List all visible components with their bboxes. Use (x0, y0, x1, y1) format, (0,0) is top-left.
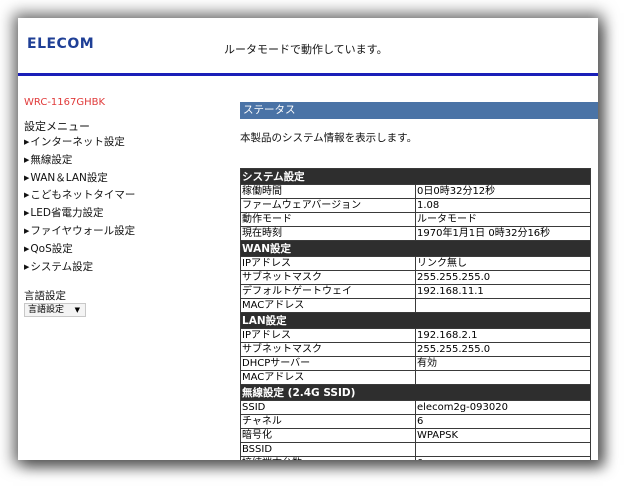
row-label: SSID (240, 400, 416, 415)
settings-menu: ▶インターネット設定 ▶無線設定 ▶WAN＆LAN設定 ▶こどもネットタイマー … (24, 134, 135, 276)
table-section-title: LAN設定 (240, 312, 591, 329)
menu-title: 設定メニュー (24, 120, 90, 133)
triangle-right-icon: ▶ (24, 138, 30, 146)
row-label: 動作モード (240, 212, 416, 227)
row-label: サブネットマスク (240, 270, 416, 285)
row-value (415, 370, 591, 385)
table-row: サブネットマスク 255.255.255.0 (240, 342, 591, 357)
triangle-right-icon: ▶ (24, 173, 30, 182)
triangle-right-icon: ▶ (24, 226, 30, 235)
menu-item-label: インターネット設定 (30, 136, 125, 148)
browser-window: ELECOM ルータモードで動作しています。 WRC-1167GHBK 設定メニ… (18, 18, 598, 460)
row-label: DHCPサーバー (240, 356, 416, 371)
table-row: サブネットマスク 255.255.255.0 (240, 270, 591, 285)
row-value: リンク無し (415, 256, 591, 271)
row-label: MACアドレス (240, 370, 416, 385)
triangle-right-icon: ▶ (24, 262, 30, 271)
menu-item-internet[interactable]: ▶インターネット設定 (24, 134, 135, 152)
menu-item-wan-lan[interactable]: ▶WAN＆LAN設定 (24, 170, 135, 188)
table-row: デフォルトゲートウェイ 192.168.11.1 (240, 284, 591, 299)
table-row: 現在時刻 1970年1月1日 0時32分16秒 (240, 226, 591, 241)
elecom-logo[interactable]: ELECOM (27, 36, 94, 52)
row-label: ファームウェアバージョン (240, 198, 416, 213)
row-value: 0日0時32分12秒 (415, 184, 591, 199)
table-row: 接続端末台数0 (240, 456, 591, 460)
row-label: デフォルトゲートウェイ (240, 284, 416, 299)
language-select-value: 言語設定 (28, 305, 65, 315)
menu-item-qos[interactable]: ▶QoS設定 (24, 241, 135, 259)
triangle-down-icon: ▼ (74, 306, 80, 314)
menu-item-label: ファイヤウォール設定 (30, 224, 136, 237)
menu-item-firewall[interactable]: ▶ファイヤウォール設定 (24, 223, 135, 241)
table-row: MACアドレス (240, 370, 591, 385)
row-label: 稼働時間 (240, 184, 416, 199)
table-row: SSID elecom2g-093020 (240, 400, 591, 415)
table-row: チャネル 6 (240, 414, 591, 429)
menu-item-kids-timer[interactable]: ▶こどもネットタイマー (24, 187, 135, 205)
row-label: 接続端末台数 (240, 456, 416, 460)
row-label: チャネル (240, 414, 416, 429)
row-value: 6 (415, 414, 591, 429)
row-value: 0 (415, 456, 591, 460)
menu-item-label: 無線設定 (30, 153, 73, 166)
table-row: DHCPサーバー 有効 (240, 356, 591, 371)
table-section-header: LAN設定 (240, 312, 591, 329)
triangle-right-icon: ▶ (24, 244, 30, 253)
status-intro-text: 本製品のシステム情報を表示します。 (240, 132, 418, 144)
row-label: IPアドレス (240, 256, 416, 271)
row-value: 1970年1月1日 0時32分16秒 (415, 226, 591, 241)
status-section-bar: ステータス (240, 102, 598, 119)
menu-item-wireless[interactable]: ▶無線設定 (24, 152, 135, 170)
table-row: IPアドレス 192.168.2.1 (240, 328, 591, 343)
table-section-header: システム設定 (240, 168, 591, 185)
table-row: 動作モード ルータモード (240, 212, 591, 227)
table-row: IPアドレス リンク無し (240, 256, 591, 271)
model-name: WRC-1167GHBK (24, 97, 106, 108)
menu-item-system[interactable]: ▶システム設定 (24, 259, 135, 277)
table-section-header: WAN設定 (240, 240, 591, 257)
menu-item-label: システム設定 (30, 260, 94, 273)
menu-item-label: LED省電力設定 (30, 207, 104, 220)
row-value: 255.255.255.0 (415, 342, 591, 357)
row-value: 255.255.255.0 (415, 270, 591, 285)
table-row: 暗号化 WPAPSK (240, 428, 591, 443)
table-row: ファームウェアバージョン 1.08 (240, 198, 591, 213)
row-value: 192.168.11.1 (415, 284, 591, 299)
table-row: 稼働時間 0日0時32分12秒 (240, 184, 591, 199)
row-value: 192.168.2.1 (415, 328, 591, 343)
row-label: BSSID (240, 442, 416, 457)
table-row: BSSID (240, 442, 591, 457)
row-value: elecom2g-093020 (415, 400, 591, 415)
menu-item-label: WAN＆LAN設定 (30, 171, 108, 184)
menu-item-label: こどもネットタイマー (30, 189, 136, 202)
menu-item-label: QoS設定 (30, 242, 73, 255)
triangle-right-icon: ▶ (24, 209, 30, 218)
status-info-table: システム設定 稼働時間 0日0時32分12秒 ファームウェアバージョン 1.08 動作モー… (240, 168, 591, 460)
mode-status-message: ルータモードで動作しています。 (224, 43, 388, 56)
language-label: 言語設定 (24, 290, 66, 302)
row-value (415, 442, 591, 457)
row-value: 有効 (415, 356, 591, 371)
table-section-title: システム設定 (240, 168, 591, 185)
row-label: 暗号化 (240, 428, 416, 443)
row-label: IPアドレス (240, 328, 416, 343)
row-label: MACアドレス (240, 298, 416, 313)
table-row: MACアドレス (240, 298, 591, 313)
row-value (415, 298, 591, 313)
table-section-header: 無線設定 (2.4G SSID) (240, 384, 591, 401)
triangle-right-icon: ▶ (24, 191, 30, 200)
table-section-title: WAN設定 (240, 240, 591, 257)
menu-item-led-power[interactable]: ▶LED省電力設定 (24, 205, 135, 223)
triangle-right-icon: ▶ (24, 155, 30, 164)
row-value: 1.08 (415, 198, 591, 213)
header-divider (18, 73, 598, 76)
row-value: WPAPSK (415, 428, 591, 443)
row-label: 現在時刻 (240, 226, 416, 241)
row-label: サブネットマスク (240, 342, 416, 357)
table-section-title: 無線設定 (2.4G SSID) (240, 384, 591, 401)
page-header: ELECOM ルータモードで動作しています。 (18, 18, 598, 76)
row-value: ルータモード (415, 212, 591, 227)
language-select[interactable]: 言語設定 ▼ (24, 303, 86, 317)
